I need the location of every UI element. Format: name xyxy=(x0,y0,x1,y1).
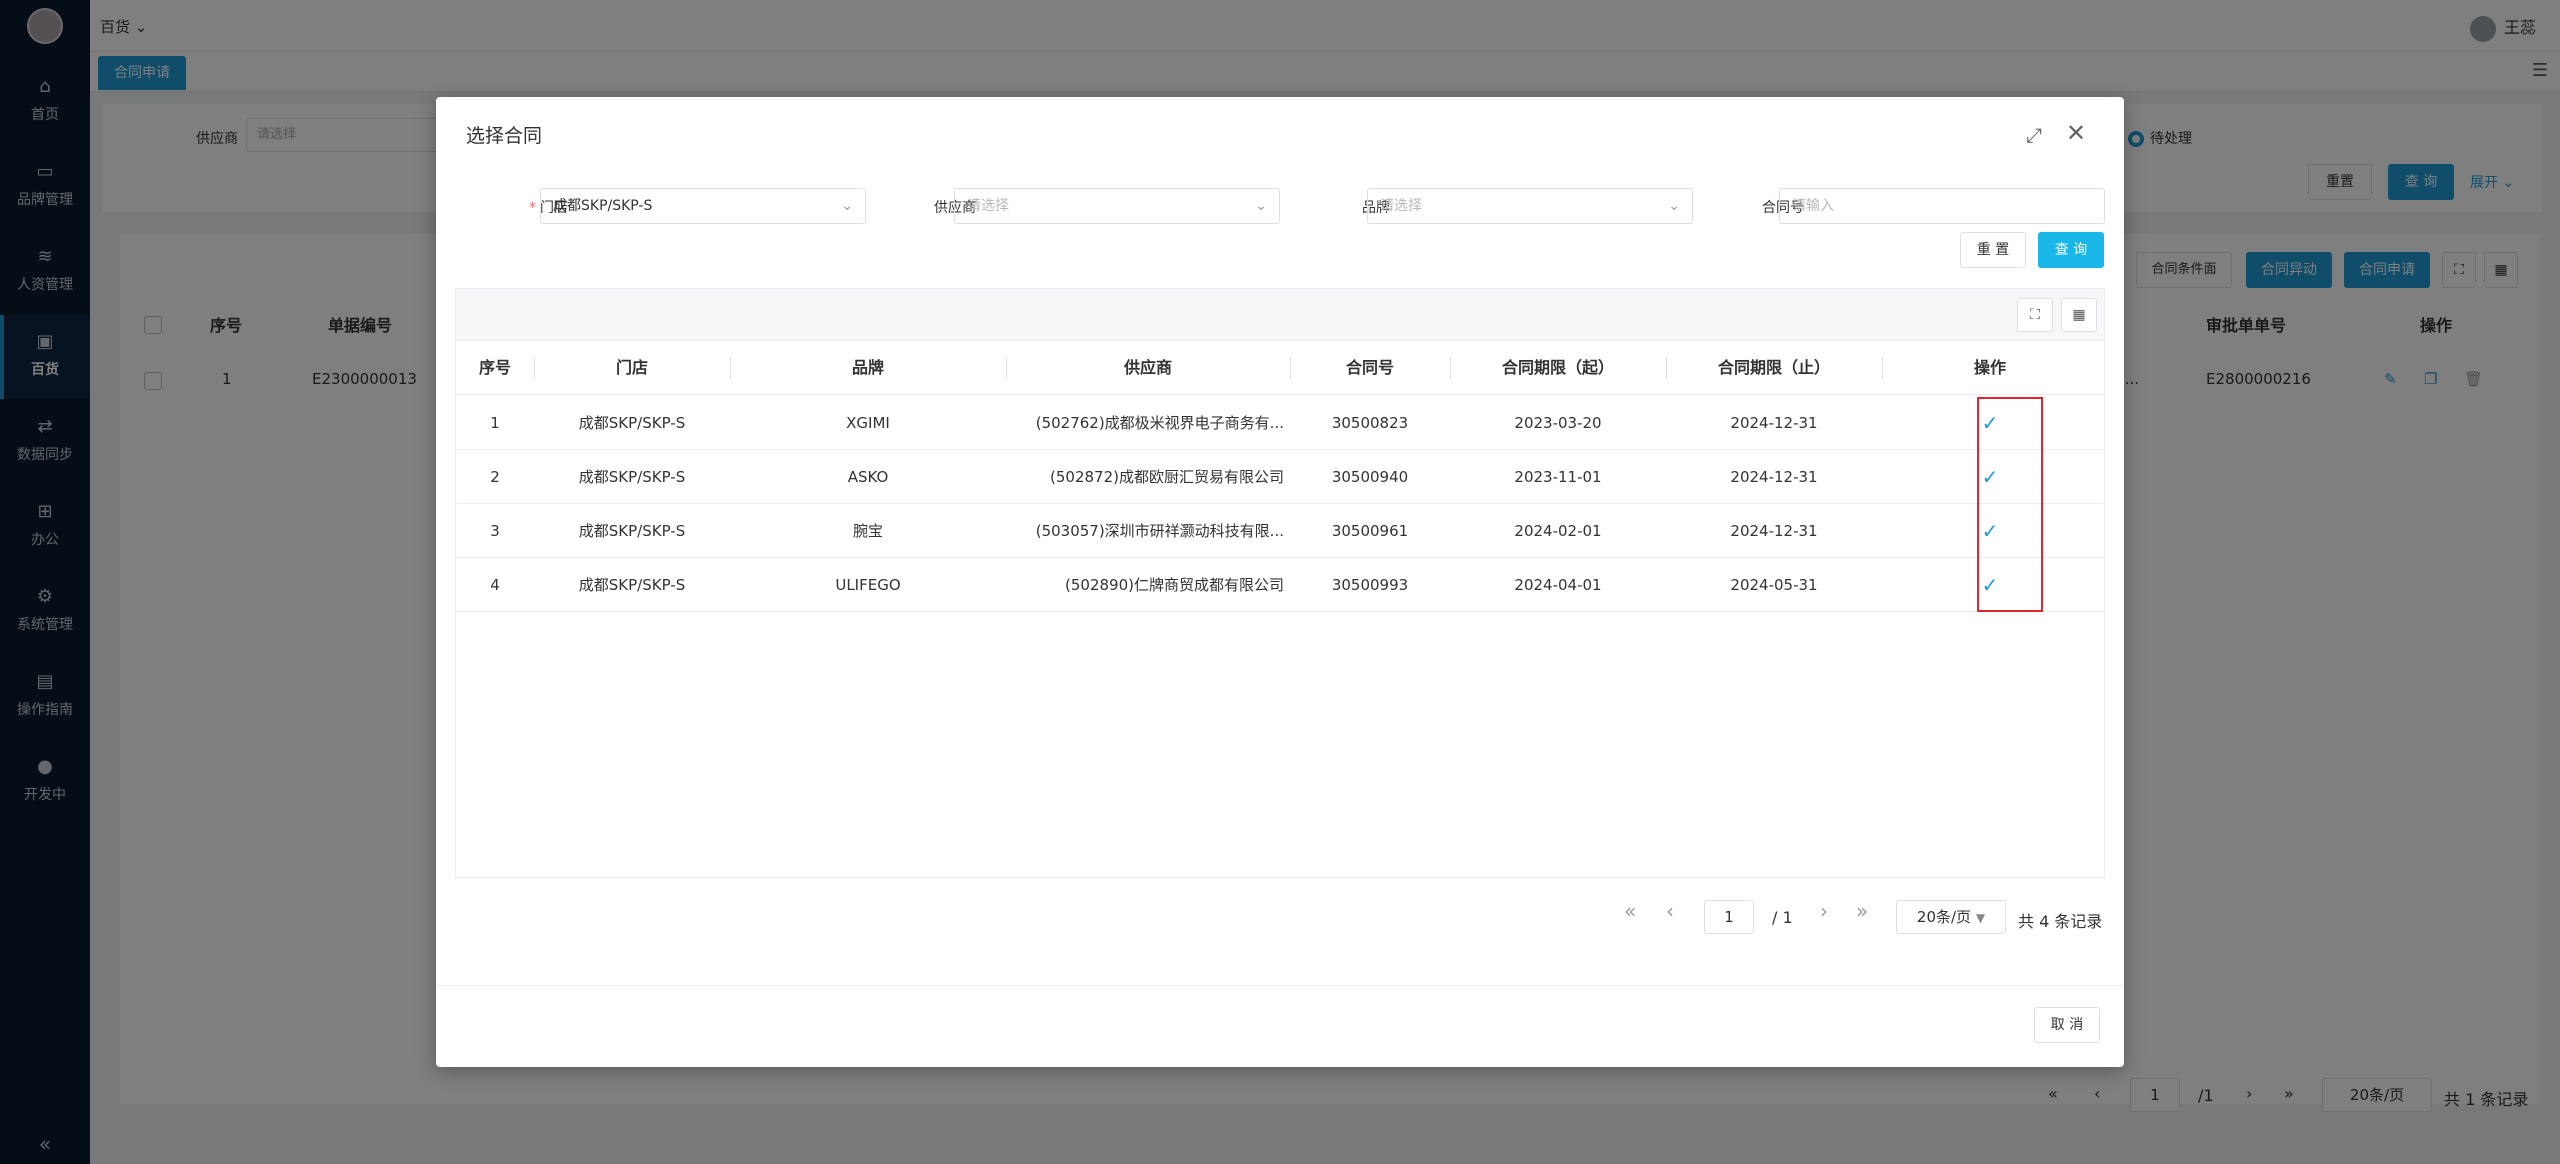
reset-button[interactable]: 重 置 xyxy=(1960,232,2026,268)
fullscreen-icon[interactable]: ⛶ xyxy=(2017,298,2053,332)
query-button[interactable]: 查 询 xyxy=(2038,232,2104,268)
pager-last-icon[interactable]: » xyxy=(1856,899,1868,923)
chevron-down-icon: ⌄ xyxy=(841,198,853,214)
row-brand: ULIFEGO xyxy=(835,576,901,594)
chevron-down-icon: ⌄ xyxy=(1255,198,1267,214)
supplier-select[interactable]: 请选择 ⌄ xyxy=(954,188,1280,224)
row-store: 成都SKP/SKP-S xyxy=(578,414,686,432)
pager-total: 共 4 条记录 xyxy=(2018,912,2103,931)
table-toolbar: ⛶ ▦ xyxy=(456,289,2104,341)
row-end-date: 2024-12-31 xyxy=(1730,414,1818,432)
row-supplier: (502890)仁牌商贸成都有限公司 xyxy=(1065,576,1284,594)
pager-next-icon[interactable]: › xyxy=(1820,899,1828,923)
col-actions: 操作 xyxy=(1973,358,2006,377)
row-supplier: (502762)成都极米视界电子商务有... xyxy=(1035,414,1284,432)
row-index: 1 xyxy=(490,414,500,432)
col-contract-no: 合同号 xyxy=(1345,358,1394,377)
dialog-title: 选择合同 xyxy=(466,125,543,147)
row-start-date: 2024-04-01 xyxy=(1514,576,1602,594)
row-store: 成都SKP/SKP-S xyxy=(578,576,686,594)
row-contract-no: 30500940 xyxy=(1331,468,1409,486)
row-brand: XGIMI xyxy=(846,414,890,432)
contract-no-input[interactable]: 请输入 xyxy=(1779,188,2105,224)
cancel-button[interactable]: 取 消 xyxy=(2034,1007,2100,1043)
table-row[interactable]: 3 成都SKP/SKP-S 腕宝 (503057)深圳市研祥灏动科技有限... … xyxy=(456,504,2104,558)
row-end-date: 2024-12-31 xyxy=(1730,522,1818,540)
col-brand: 品牌 xyxy=(851,358,884,377)
row-index: 3 xyxy=(490,522,500,540)
col-index: 序号 xyxy=(478,358,511,377)
highlight-box xyxy=(1977,397,2043,612)
table-header: 序号 门店 品牌 供应商 合同号 合同期限（起） 合同期限（止） 操作 xyxy=(456,341,2104,395)
footer-divider xyxy=(436,985,2124,986)
row-brand: ASKO xyxy=(847,468,889,486)
pager-page-input[interactable]: 1 xyxy=(1704,900,1754,934)
row-contract-no: 30500961 xyxy=(1331,522,1409,540)
col-store: 门店 xyxy=(615,358,648,377)
table-row[interactable]: 2 成都SKP/SKP-S ASKO (502872)成都欧厨汇贸易有限公司 3… xyxy=(456,450,2104,504)
close-icon[interactable]: ✕ xyxy=(2066,119,2086,147)
row-index: 4 xyxy=(490,576,500,594)
pager-first-icon[interactable]: « xyxy=(1624,899,1636,923)
pager-prev-icon[interactable]: ‹ xyxy=(1666,899,1674,923)
row-end-date: 2024-05-31 xyxy=(1730,576,1818,594)
pager-total-pages: / 1 xyxy=(1772,908,1793,927)
store-select[interactable]: 成都SKP/SKP-S ⌄ xyxy=(540,188,866,224)
col-end-date: 合同期限（止） xyxy=(1717,358,1830,377)
row-start-date: 2023-03-20 xyxy=(1514,414,1602,432)
row-index: 2 xyxy=(490,468,500,486)
row-start-date: 2023-11-01 xyxy=(1514,468,1602,486)
caret-down-icon: ▼ xyxy=(1975,911,1986,925)
row-supplier: (502872)成都欧厨汇贸易有限公司 xyxy=(1050,468,1284,486)
col-supplier: 供应商 xyxy=(1123,358,1172,377)
row-contract-no: 30500993 xyxy=(1331,576,1409,594)
row-supplier: (503057)深圳市研祥灏动科技有限... xyxy=(1035,522,1284,540)
select-contract-dialog: 选择合同 ⤢ ✕ * 门店 成都SKP/SKP-S ⌄ 供应商 请选择 ⌄ 品牌 请选… xyxy=(436,97,2124,1067)
maximize-icon[interactable]: ⤢ xyxy=(2026,123,2042,147)
row-brand: 腕宝 xyxy=(852,522,883,540)
contract-table: ⛶ ▦ 序号 门店 品牌 供应商 合同号 合同期限（起） 合同期限（止） 操作 … xyxy=(455,288,2105,878)
row-store: 成都SKP/SKP-S xyxy=(578,468,686,486)
row-contract-no: 30500823 xyxy=(1331,414,1409,432)
pager-size-select[interactable]: 20条/页 ▼ xyxy=(1896,900,2006,934)
table-row[interactable]: 4 成都SKP/SKP-S ULIFEGO (502890)仁牌商贸成都有限公司… xyxy=(456,558,2104,612)
row-start-date: 2024-02-01 xyxy=(1514,522,1602,540)
chevron-down-icon: ⌄ xyxy=(1668,198,1680,214)
col-start-date: 合同期限（起） xyxy=(1501,358,1614,377)
columns-icon[interactable]: ▦ xyxy=(2061,298,2097,332)
row-end-date: 2024-12-31 xyxy=(1730,468,1818,486)
table-row[interactable]: 1 成都SKP/SKP-S XGIMI (502762)成都极米视界电子商务有.… xyxy=(456,396,2104,450)
brand-select[interactable]: 请选择 ⌄ xyxy=(1367,188,1693,224)
row-store: 成都SKP/SKP-S xyxy=(578,522,686,540)
